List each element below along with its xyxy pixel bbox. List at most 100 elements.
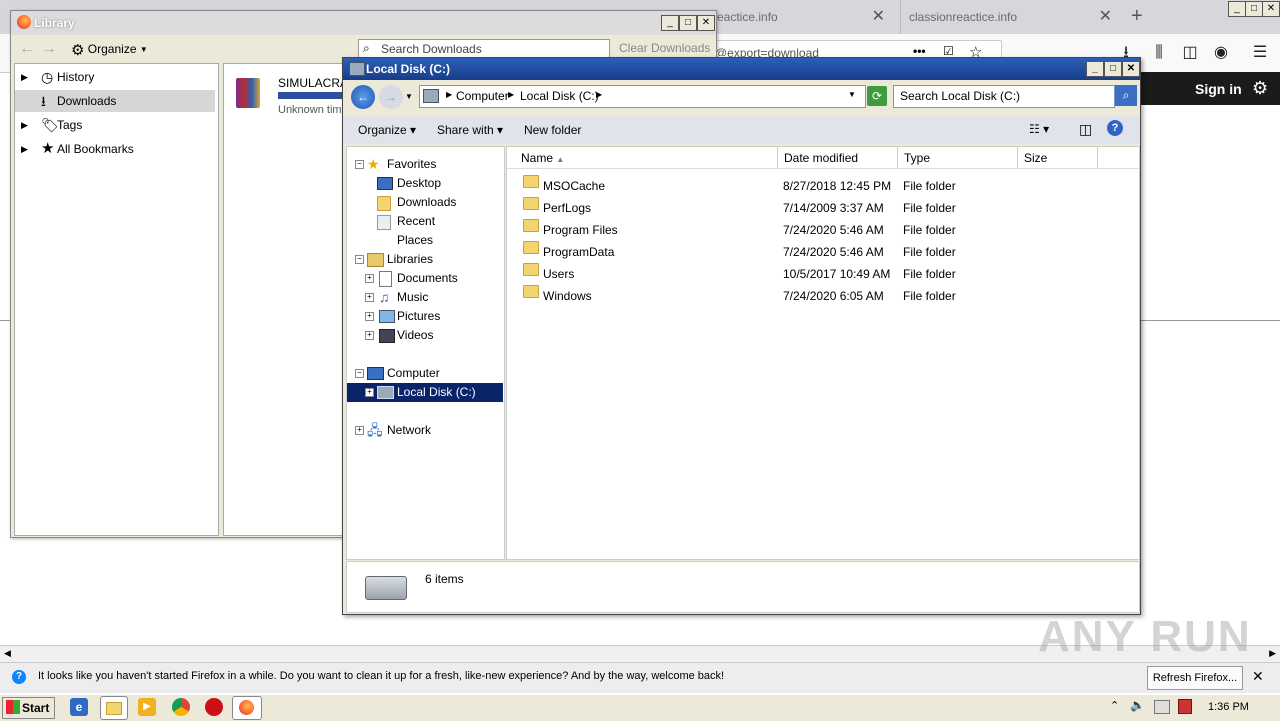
column-header-name[interactable]: Name ▲ [507, 147, 778, 169]
file-type: File folder [903, 245, 956, 259]
address-bar[interactable]: ▶ Computer ▶ Local Disk (C:) ▶ ▼ [419, 85, 866, 108]
file-date: 7/24/2020 5:46 AM [783, 223, 884, 237]
table-row[interactable]: Windows 7/24/2020 6:05 AM File folder [507, 285, 1139, 307]
new-tab-icon[interactable]: + [1131, 5, 1143, 28]
help-icon[interactable]: ? [1107, 120, 1123, 136]
scroll-left-icon[interactable]: ◀ [4, 648, 11, 659]
nav-item-music[interactable]: + ♫ Music [365, 288, 503, 307]
forward-arrow-icon[interactable]: → [41, 40, 57, 58]
sidebar-item-all-bookmarks[interactable]: ▶ ★ All Bookmarks [21, 138, 215, 160]
expand-icon[interactable]: + [365, 312, 374, 321]
table-row[interactable]: Program Files 7/24/2020 5:46 AM File fol… [507, 219, 1139, 241]
address-dropdown-icon[interactable]: ▼ [848, 90, 856, 99]
expand-arrow-icon[interactable]: ▶ [21, 138, 28, 160]
close-tab-icon[interactable]: ✕ [872, 0, 885, 34]
refresh-icon[interactable]: ⟳ [867, 86, 887, 106]
breadcrumb-local-disk[interactable]: Local Disk (C:) [520, 89, 599, 103]
history-dropdown-icon[interactable]: ▼ [405, 92, 413, 101]
back-arrow-icon[interactable]: ← [19, 40, 35, 58]
column-header-date[interactable]: Date modified [778, 147, 898, 169]
new-folder-button[interactable]: New folder [524, 123, 581, 137]
preview-pane-icon[interactable]: ◫ [1079, 121, 1092, 138]
sidebar-item-downloads[interactable]: ⭳ Downloads [15, 90, 215, 112]
refresh-firefox-button[interactable]: Refresh Firefox... [1147, 666, 1243, 690]
internet-explorer-icon[interactable]: e [70, 698, 88, 716]
page-actions-icon[interactable]: ••• [913, 44, 926, 58]
nav-item-computer[interactable]: − Computer [355, 364, 503, 383]
library-icon[interactable]: ⫼ [1146, 40, 1172, 66]
breadcrumb-arrow-icon[interactable]: ▶ [508, 90, 514, 99]
back-button-icon[interactable]: ← [351, 85, 375, 109]
close-tab-icon[interactable]: ✕ [1099, 0, 1112, 34]
sign-in-link[interactable]: Sign in [1195, 81, 1242, 97]
nav-item-favorites[interactable]: − ★ Favorites [355, 155, 503, 174]
pocket-icon[interactable]: ☑ [943, 44, 954, 58]
collapse-icon[interactable]: − [355, 160, 364, 169]
flag-tray-icon[interactable] [1178, 699, 1192, 714]
expand-arrow-icon[interactable]: ▶ [21, 66, 28, 88]
table-row[interactable]: Users 10/5/2017 10:49 AM File folder [507, 263, 1139, 285]
media-player-icon[interactable]: ▶ [138, 698, 156, 716]
sidebar-item-history[interactable]: ▶ ◷ History [21, 66, 215, 88]
expand-icon[interactable]: + [365, 274, 374, 283]
maximize-button[interactable]: □ [1104, 61, 1122, 77]
close-button[interactable]: ✕ [697, 15, 715, 31]
chrome-icon[interactable] [172, 698, 190, 716]
sidebar-item-tags[interactable]: ▶ 🏷 Tags [21, 114, 215, 136]
clear-downloads-button[interactable]: Clear Downloads [619, 41, 710, 55]
minimize-button[interactable]: _ [1228, 1, 1246, 17]
minimize-button[interactable]: _ [1086, 61, 1104, 77]
nav-item-network[interactable]: + 🖧 Network [355, 421, 503, 440]
maximize-button[interactable]: □ [1245, 1, 1263, 17]
breadcrumb-arrow-icon[interactable]: ▶ [446, 90, 452, 99]
column-header-size[interactable]: Size [1018, 147, 1098, 169]
menu-icon[interactable]: ☰ [1247, 40, 1273, 66]
volume-icon[interactable]: 🔈 [1130, 698, 1145, 712]
nav-item-documents[interactable]: + Documents [365, 269, 503, 288]
close-button[interactable]: ✕ [1262, 1, 1280, 17]
forward-button-icon[interactable]: → [379, 85, 403, 109]
nav-item-pictures[interactable]: + Pictures [365, 307, 503, 326]
expand-icon[interactable]: + [365, 331, 374, 340]
network-tray-icon[interactable] [1154, 700, 1170, 714]
table-row[interactable]: ProgramData 7/24/2020 5:46 AM File folde… [507, 241, 1139, 263]
nav-item-local-disk[interactable]: + Local Disk (C:) [347, 383, 503, 402]
search-local-disk-input[interactable]: Search Local Disk (C:) [893, 85, 1115, 108]
browser-tab[interactable]: reactice.info ✕ [705, 0, 895, 34]
tray-expand-icon[interactable]: ⌃ [1110, 699, 1119, 712]
minimize-button[interactable]: _ [661, 15, 679, 31]
settings-gear-icon[interactable]: ⚙ [1252, 78, 1268, 99]
table-row[interactable]: PerfLogs 7/14/2009 3:37 AM File folder [507, 197, 1139, 219]
scroll-right-icon[interactable]: ▶ [1269, 648, 1276, 659]
search-icon[interactable]: ⌕ [1115, 85, 1137, 106]
table-row[interactable]: MSOCache 8/27/2018 12:45 PM File folder [507, 175, 1139, 197]
column-header-type[interactable]: Type [898, 147, 1018, 169]
sidebar-icon[interactable]: ◫ [1177, 40, 1203, 66]
explorer-taskbar-icon[interactable] [100, 696, 128, 720]
close-notification-icon[interactable]: ✕ [1252, 668, 1264, 685]
collapse-icon[interactable]: − [355, 369, 364, 378]
organize-button[interactable]: Organize ▾ [358, 123, 416, 137]
maximize-button[interactable]: □ [679, 15, 697, 31]
expand-arrow-icon[interactable]: ▶ [21, 114, 28, 136]
expand-icon[interactable]: + [365, 293, 374, 302]
browser-tab[interactable]: classionreactice.info ✕ [900, 0, 1122, 34]
breadcrumb-arrow-icon[interactable]: ▶ [596, 90, 602, 99]
close-button[interactable]: ✕ [1122, 61, 1140, 77]
clock[interactable]: 1:36 PM [1208, 701, 1249, 713]
collapse-icon[interactable]: − [355, 255, 364, 264]
expand-icon[interactable]: + [355, 426, 364, 435]
nav-item-libraries[interactable]: − Libraries [355, 250, 503, 269]
expand-icon[interactable]: + [365, 388, 374, 397]
opera-icon[interactable] [205, 698, 223, 716]
start-button[interactable]: Start [2, 697, 55, 719]
folder-icon [523, 219, 539, 232]
nav-item-videos[interactable]: + Videos [365, 326, 503, 345]
firefox-taskbar-icon[interactable] [232, 696, 262, 720]
breadcrumb-computer[interactable]: Computer [456, 89, 509, 103]
views-icon[interactable]: ☷ ▾ [1029, 122, 1049, 136]
share-with-button[interactable]: Share with ▾ [437, 123, 503, 137]
search-downloads-input[interactable]: ⌕ Search Downloads [358, 39, 610, 59]
account-icon[interactable]: ◉ [1208, 40, 1234, 66]
organize-menu[interactable]: ⚙ Organize ▼ [71, 41, 148, 59]
